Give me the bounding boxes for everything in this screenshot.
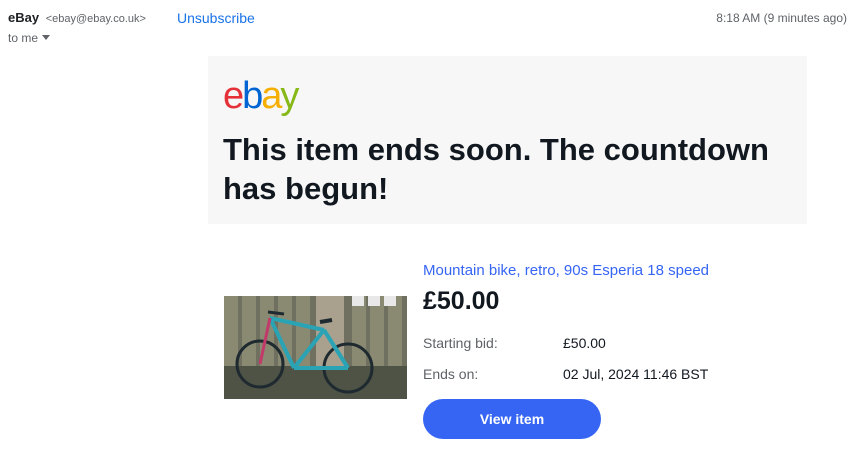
ebay-logo: ebay [223, 75, 299, 117]
caret-down-icon [42, 35, 51, 40]
recipient-dropdown[interactable]: to me [8, 31, 51, 45]
view-item-button[interactable]: View item [423, 399, 601, 439]
recipient-label: to me [8, 31, 39, 45]
starting-bid-value: £50.00 [563, 335, 606, 351]
hero-title: This item ends soon. The countdown has b… [223, 132, 769, 206]
ends-on-value: 02 Jul, 2024 11:46 BST [563, 366, 709, 382]
email-timestamp: 8:18 AM (9 minutes ago) [716, 11, 847, 25]
item-title-link[interactable]: Mountain bike, retro, 90s Esperia 18 spe… [423, 262, 709, 279]
sender-email: <ebay@ebay.co.uk> [45, 13, 146, 25]
bike-photo [224, 296, 407, 399]
unsubscribe-link[interactable]: Unsubscribe [177, 10, 255, 26]
hero-banner: ebay This item ends soon. The countdown … [208, 56, 807, 224]
sender-name: eBay [8, 10, 40, 25]
ends-on-label: Ends on: [423, 366, 479, 382]
item-price: £50.00 [423, 287, 500, 315]
item-image[interactable] [224, 296, 407, 399]
email-view: eBay <ebay@ebay.co.uk> Unsubscribe 8:18 … [0, 0, 854, 451]
sender-line: eBay <ebay@ebay.co.uk> [8, 10, 146, 25]
starting-bid-label: Starting bid: [423, 335, 498, 351]
